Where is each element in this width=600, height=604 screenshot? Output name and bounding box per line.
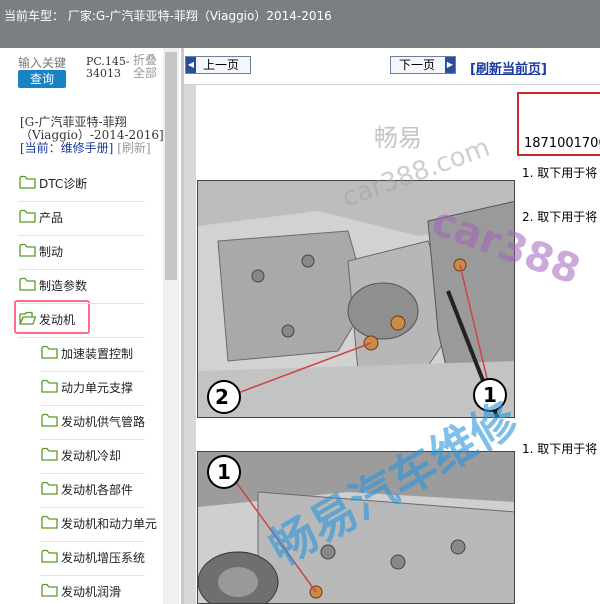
tree-item-label: 发动机润滑 — [61, 585, 122, 599]
callout-1: 1 — [217, 460, 231, 484]
tree-item-accelerator-control[interactable]: 加速装置控制 — [41, 342, 161, 364]
tree-item-engine-air-intake[interactable]: 发动机供气管路 — [41, 410, 161, 432]
step-3-text: 1. 取下用于将 — [522, 442, 598, 456]
tree-item-label: 发动机和动力单元 — [61, 517, 158, 531]
current-model-text: 当前车型： 厂家:G-广汽菲亚特-菲翔（Viaggio）2014-2016 — [4, 9, 332, 23]
tree-item-engine-cooling[interactable]: 发动机冷却 — [41, 444, 161, 466]
tree-item-engine-boost[interactable]: 发动机增压系统 — [41, 546, 161, 568]
refresh-page-link[interactable]: [刷新当前页] — [470, 58, 547, 77]
tree-item-label: 发动机各部件 — [61, 483, 134, 497]
sidebar: 查询 PC.145-34013 折叠全部 [G-广汽菲亚特-菲翔（Viaggio… — [0, 48, 181, 604]
search-input[interactable] — [18, 56, 68, 70]
watermark-text: 畅易 — [374, 124, 422, 152]
callout-1: 1 — [483, 383, 497, 407]
tree-item-manufacturing-params[interactable]: 制造参数 — [19, 274, 159, 296]
engine-illustration-1: 2 1 — [197, 180, 515, 418]
sidebar-scrollbar[interactable] — [163, 48, 179, 604]
tree-item-label: 动力单元支撑 — [61, 381, 134, 395]
part-number: 1871001700 — [524, 136, 600, 151]
tree-item-label: 发动机冷却 — [61, 449, 122, 463]
tree-item-label: 制动 — [39, 245, 64, 259]
content-left-scrollbar[interactable] — [184, 85, 196, 604]
folder-icon — [41, 583, 58, 597]
folder-open-icon — [19, 311, 36, 325]
arrow-left-icon: ◀ — [186, 57, 196, 73]
search-button[interactable]: 查询 — [18, 70, 66, 88]
tree-item-powertrain-mount[interactable]: 动力单元支撑 — [41, 376, 161, 398]
tree-item-label: 加速装置控制 — [61, 347, 134, 361]
tree-item-engine-lubrication[interactable]: 发动机润滑 — [41, 580, 161, 602]
tree-item-label: 发动机 — [39, 313, 76, 327]
scrollbar-thumb[interactable] — [165, 52, 177, 280]
engine-illustration-2: 1 — [197, 451, 515, 604]
tree-item-engine-components[interactable]: 发动机各部件 — [41, 478, 161, 500]
next-page-button[interactable]: 下一页 ▶ — [390, 56, 456, 74]
divider — [184, 84, 600, 85]
folder-icon — [41, 413, 58, 427]
folder-icon — [19, 277, 36, 291]
engine-photo — [198, 452, 514, 603]
folder-icon — [41, 549, 58, 563]
tree-item-label: 制造参数 — [39, 279, 88, 293]
folder-icon — [41, 515, 58, 529]
folder-icon — [41, 447, 58, 461]
folder-icon — [19, 243, 36, 257]
folder-icon — [41, 379, 58, 393]
tree-item-brakes[interactable]: 制动 — [19, 240, 159, 262]
current-manual-label: [当前：维修手册] — [20, 141, 114, 155]
folder-icon — [19, 209, 36, 223]
refresh-tree-link[interactable]: [刷新] — [117, 141, 150, 155]
pc-code: PC.145-34013 — [86, 55, 130, 80]
tree-item-label: 发动机供气管路 — [61, 415, 146, 429]
tree-title: [G-广汽菲亚特-菲翔（Viaggio）-2014-2016] — [20, 115, 164, 142]
tree-item-engine[interactable]: 发动机 — [19, 308, 89, 330]
tree-item-label: 发动机增压系统 — [61, 551, 146, 565]
callout-2: 2 — [215, 385, 229, 409]
tree-item-label: DTC诊断 — [39, 177, 88, 191]
main-content: ◀ 上一页 下一页 ▶ [刷新当前页] 1871001700 1. 取下用于将 … — [184, 48, 600, 604]
tree-item-product[interactable]: 产品 — [19, 206, 159, 228]
step-2-text: 2. 取下用于将 — [522, 210, 598, 224]
arrow-right-icon: ▶ — [445, 57, 455, 73]
folder-icon — [19, 175, 36, 189]
folder-icon — [41, 345, 58, 359]
title-bar: 当前车型： 厂家:G-广汽菲亚特-菲翔（Viaggio）2014-2016 — [0, 0, 600, 48]
tree-header: [G-广汽菲亚特-菲翔（Viaggio）-2014-2016] [当前：维修手册… — [20, 116, 170, 155]
tree-item-engine-and-powertrain[interactable]: 发动机和动力单元 — [41, 512, 163, 534]
tree-item-dtc[interactable]: DTC诊断 — [19, 172, 159, 194]
folder-icon — [41, 481, 58, 495]
fold-all-button[interactable]: 折叠全部 — [133, 54, 165, 80]
step-1-text: 1. 取下用于将 — [522, 166, 598, 180]
engine-photo — [198, 181, 514, 417]
prev-page-button[interactable]: ◀ 上一页 — [185, 56, 251, 74]
tree-item-label: 产品 — [39, 211, 64, 225]
